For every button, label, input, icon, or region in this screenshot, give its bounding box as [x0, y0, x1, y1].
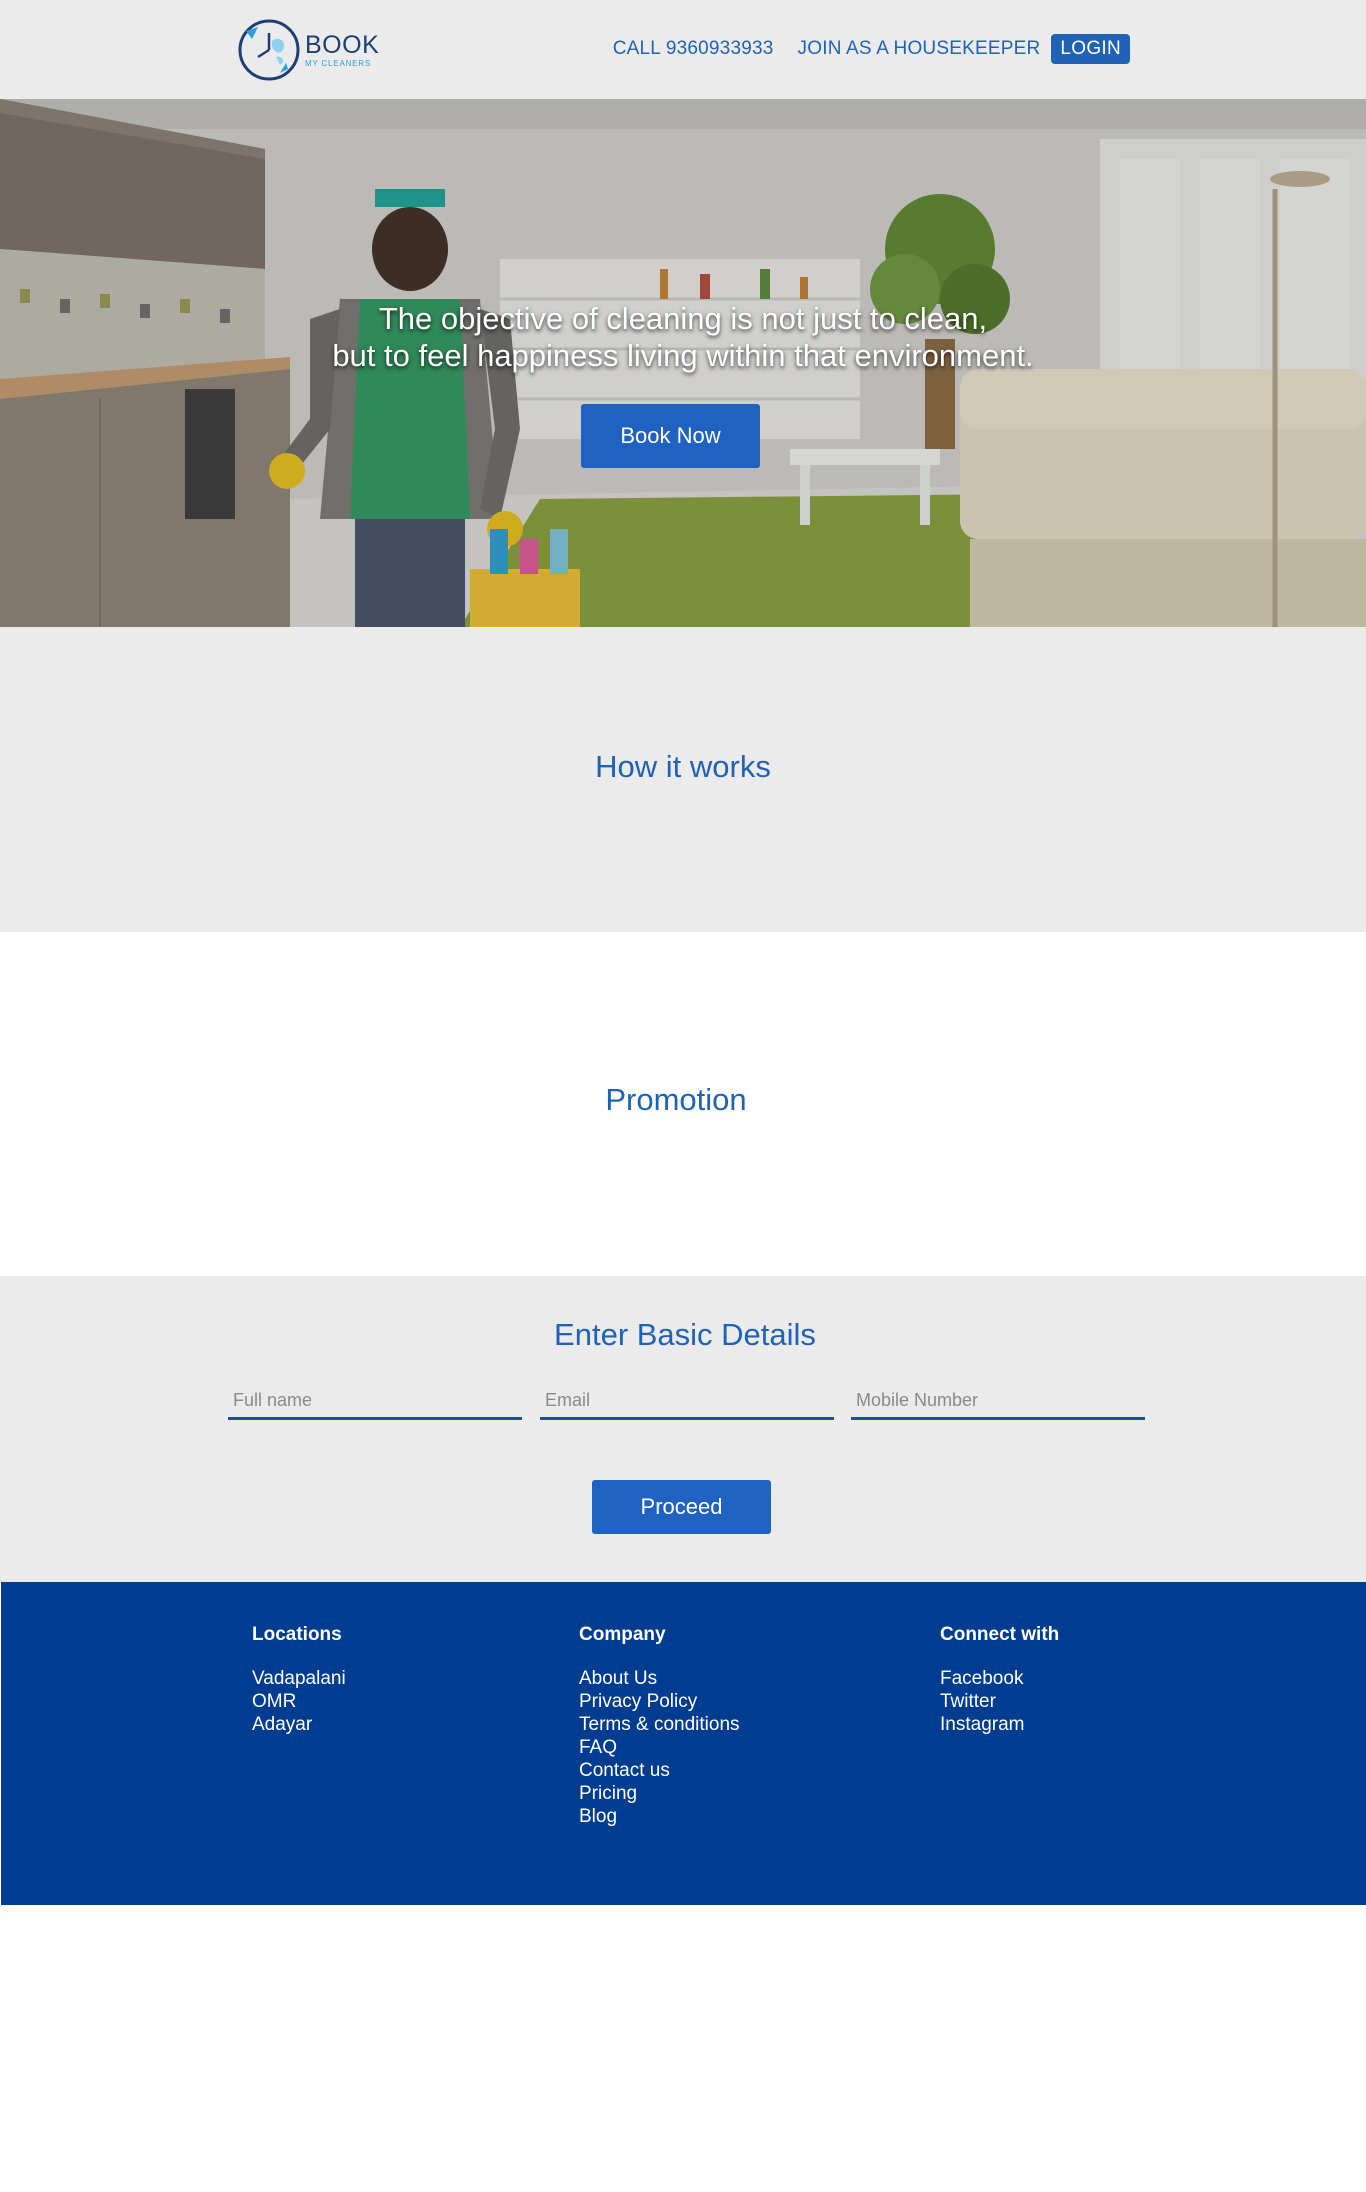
logo-subtitle: MY CLEANERS [305, 58, 372, 68]
login-button[interactable]: LOGIN [1051, 34, 1130, 64]
footer-link-about-us[interactable]: About Us [579, 1667, 740, 1690]
join-housekeeper-link[interactable]: JOIN AS A HOUSEKEEPER [798, 38, 1041, 60]
footer-company-list: About Us Privacy Policy Terms & conditio… [579, 1667, 740, 1828]
hero-quote-line1: The objective of cleaning is not just to… [378, 301, 988, 336]
how-it-works-section: How it works [0, 627, 1366, 932]
hero-quote-line2: but to feel happiness living within that… [332, 338, 1034, 373]
footer-link-privacy-policy[interactable]: Privacy Policy [579, 1690, 740, 1713]
footer-link-blog[interactable]: Blog [579, 1805, 740, 1828]
footer-connect-heading: Connect with [940, 1624, 1060, 1645]
basic-details-title: Enter Basic Details [554, 1317, 816, 1352]
footer-link-terms[interactable]: Terms & conditions [579, 1713, 740, 1736]
logo-title: BOOK [305, 30, 380, 59]
footer-locations-heading: Locations [252, 1624, 342, 1645]
email-field[interactable] [540, 1384, 834, 1420]
basic-details-section: Enter Basic Details Proceed [0, 1276, 1366, 1582]
footer-company-heading: Company [579, 1624, 666, 1645]
footer-link-instagram[interactable]: Instagram [940, 1713, 1059, 1736]
book-now-button[interactable]: Book Now [581, 404, 760, 468]
site-footer: Locations Vadapalani OMR Adayar Company … [1, 1582, 1366, 1905]
proceed-button[interactable]: Proceed [592, 1480, 771, 1534]
hero-quote: The objective of cleaning is not just to… [0, 300, 1366, 374]
call-link[interactable]: CALL 9360933933 [613, 38, 774, 60]
full-name-field[interactable] [228, 1384, 522, 1420]
clock-logo-icon [238, 19, 300, 81]
footer-location-item[interactable]: Vadapalani [252, 1667, 346, 1690]
footer-locations-column: Locations Vadapalani OMR Adayar [252, 1624, 346, 1736]
footer-location-item[interactable]: OMR [252, 1690, 346, 1713]
footer-location-item[interactable]: Adayar [252, 1713, 346, 1736]
brand-logo[interactable]: BOOK MY CLEANERS [236, 16, 379, 84]
footer-connect-column: Connect with Facebook Twitter Instagram [940, 1624, 1059, 1736]
footer-locations-list: Vadapalani OMR Adayar [252, 1667, 346, 1736]
site-header: BOOK MY CLEANERS CALL 9360933933 JOIN AS… [0, 0, 1366, 99]
footer-link-pricing[interactable]: Pricing [579, 1782, 740, 1805]
hero-banner: The objective of cleaning is not just to… [0, 99, 1366, 627]
promotion-title: Promotion [605, 1082, 747, 1117]
footer-link-facebook[interactable]: Facebook [940, 1667, 1059, 1690]
footer-connect-list: Facebook Twitter Instagram [940, 1667, 1059, 1736]
footer-link-twitter[interactable]: Twitter [940, 1690, 1059, 1713]
footer-link-faq[interactable]: FAQ [579, 1736, 740, 1759]
footer-company-column: Company About Us Privacy Policy Terms & … [579, 1624, 740, 1828]
how-it-works-title: How it works [595, 749, 771, 784]
top-nav: CALL 9360933933 JOIN AS A HOUSEKEEPER LO… [589, 34, 1130, 64]
page: BOOK MY CLEANERS CALL 9360933933 JOIN AS… [0, 0, 1366, 2192]
footer-link-contact-us[interactable]: Contact us [579, 1759, 740, 1782]
promotion-section: Promotion [0, 932, 1366, 1276]
mobile-number-field[interactable] [851, 1384, 1145, 1420]
